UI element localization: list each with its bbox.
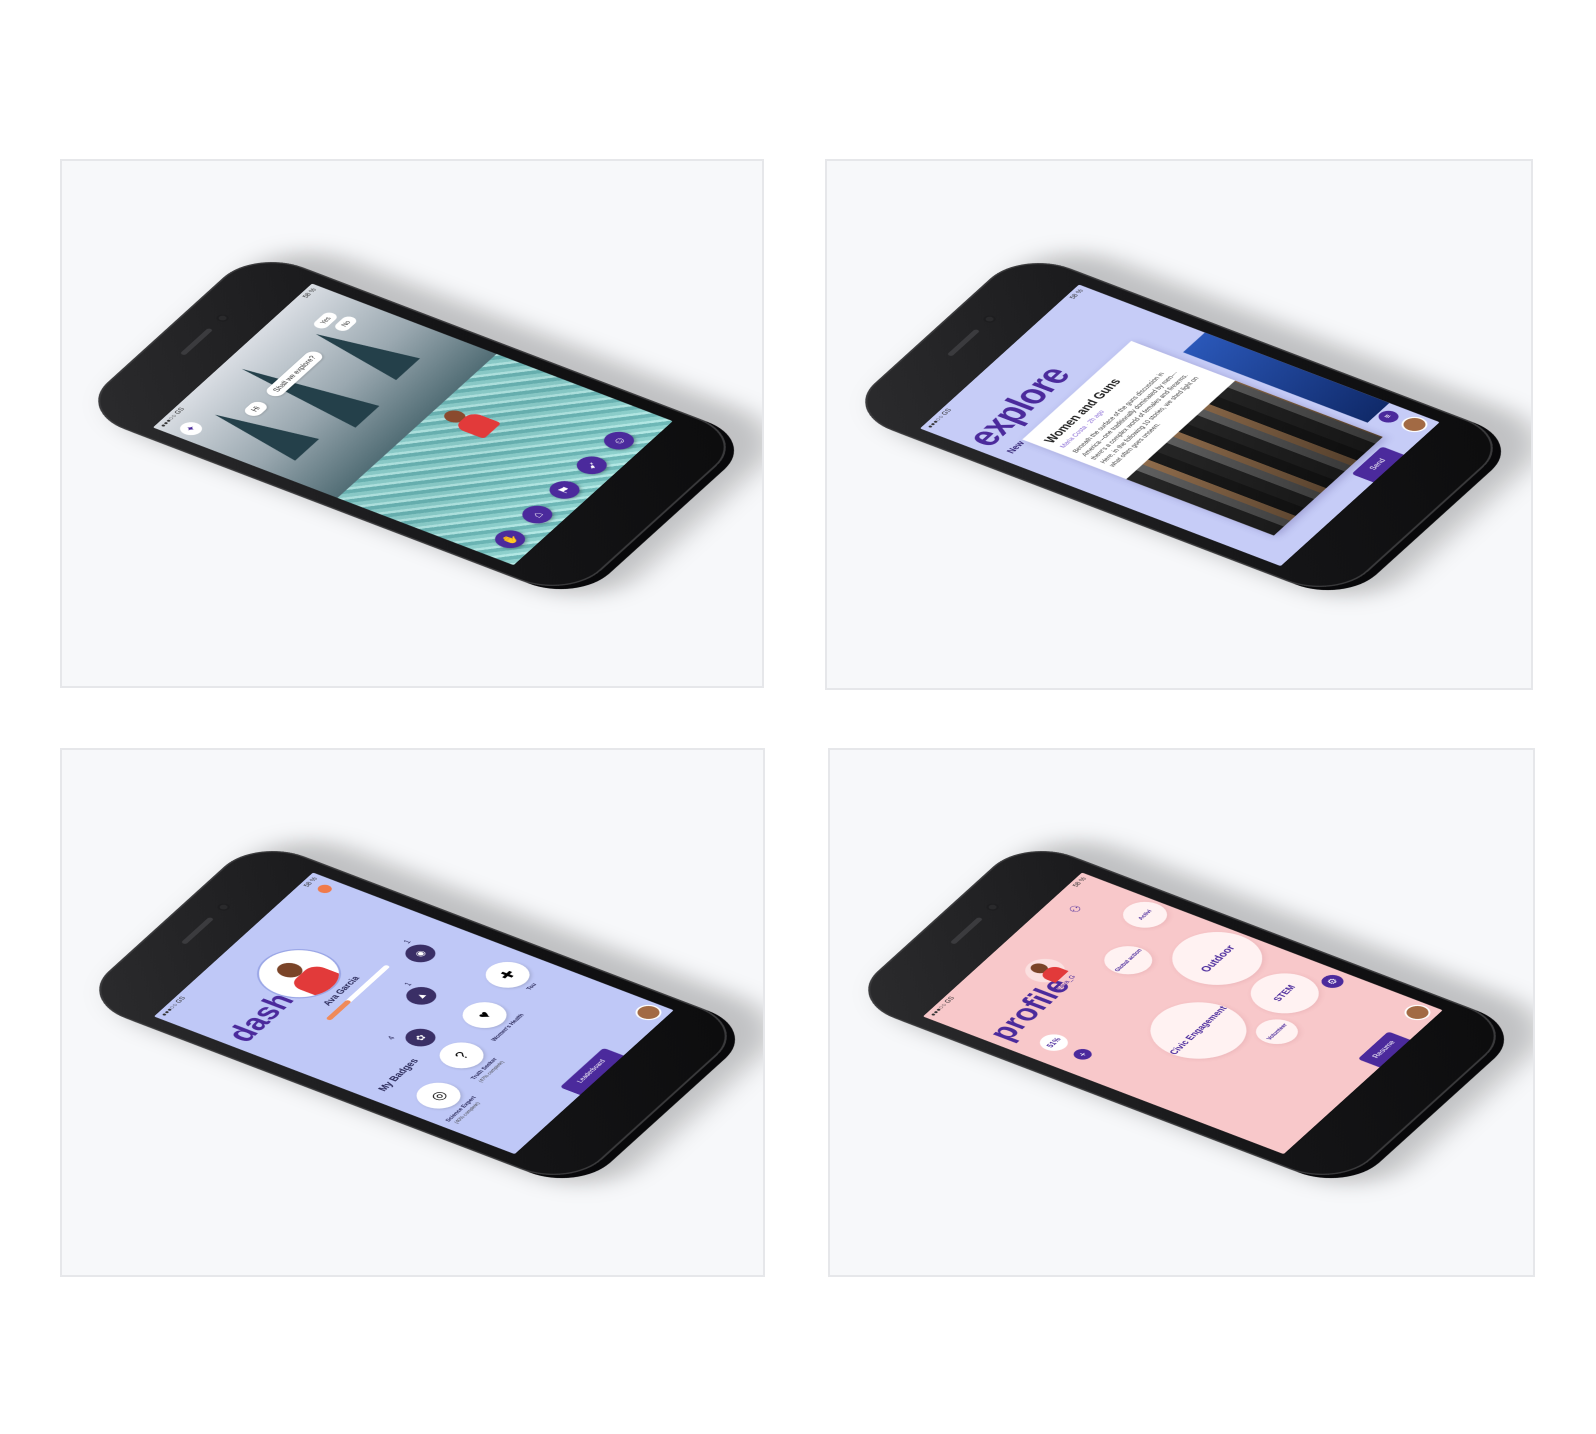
group-stat-icon[interactable]: ✿ bbox=[399, 1024, 441, 1050]
completion-percent: 51% bbox=[1034, 1030, 1073, 1054]
add-button[interactable]: + bbox=[1069, 1046, 1095, 1062]
add-user-icon[interactable]: ⚇ bbox=[1065, 903, 1086, 915]
avatar[interactable] bbox=[1399, 415, 1430, 433]
mockup-panel-forest: ●●●○○ GS 58 % ✦ Hi Shall we explore? Yes… bbox=[60, 159, 764, 688]
camera-stat-icon[interactable]: ◉ bbox=[399, 940, 441, 966]
stat-count: 4 bbox=[385, 1034, 397, 1041]
gear-icon[interactable]: ⚙ bbox=[1316, 972, 1348, 990]
notification-dot[interactable] bbox=[314, 882, 334, 895]
phone-mockup: ●●●○○ GS 58 % ⚇ profile @Ava_G 51% + Glo… bbox=[845, 824, 1533, 1199]
avatar[interactable] bbox=[632, 1003, 664, 1021]
stat-count: 1 bbox=[401, 938, 413, 945]
mountain-stat-icon[interactable]: ▲ bbox=[399, 983, 442, 1008]
page-title: dash bbox=[218, 988, 303, 1046]
phone-mockup: ●●●○○ GS 58 % ✦ Hi Shall we explore? Yes… bbox=[76, 235, 762, 610]
phone-mockup: ●●●○○ GS 58 % explore New Women and Guns… bbox=[843, 236, 1531, 611]
phone-mockup: ●●●○○ GS 58 % dash Ava Garcia ◉ 1 ▲ 1 ✿ … bbox=[76, 824, 763, 1199]
badge-label: Tou bbox=[525, 982, 538, 991]
badges-heading: My Badges bbox=[374, 1056, 421, 1093]
mockup-panel-explore: ●●●○○ GS 58 % explore New Women and Guns… bbox=[825, 159, 1533, 690]
mockup-panel-profile: ●●●○○ GS 58 % ⚇ profile @Ava_G 51% + Glo… bbox=[828, 748, 1535, 1277]
avatar[interactable] bbox=[1401, 1003, 1433, 1021]
mockup-panel-dash: ●●●○○ GS 58 % dash Ava Garcia ◉ 1 ▲ 1 ✿ … bbox=[60, 748, 765, 1277]
sparkle-icon[interactable]: ✦ bbox=[175, 419, 207, 438]
category-civic-engagement[interactable]: Civic Engagement bbox=[1131, 990, 1265, 1070]
category-volunteer[interactable]: Volunteer bbox=[1247, 1014, 1306, 1049]
stat-count: 1 bbox=[401, 980, 414, 987]
category-global-action[interactable]: Global action bbox=[1094, 940, 1161, 980]
tree-shape bbox=[303, 322, 421, 380]
